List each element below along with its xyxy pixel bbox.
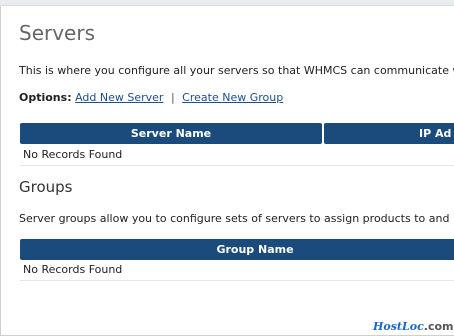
content-frame: Servers This is where you configure all …	[0, 6, 454, 336]
servers-empty-text: No Records Found	[23, 148, 123, 161]
groups-empty-row: No Records Found	[20, 259, 454, 281]
watermark-logo: HostLoc.com	[373, 320, 454, 333]
watermark-text-main: HostLoc	[373, 320, 424, 333]
groups-title: Groups	[19, 178, 73, 196]
options-separator: |	[170, 91, 175, 104]
options-bar: Options: Add New Server | Create New Gro…	[19, 91, 283, 104]
create-new-group-link[interactable]: Create New Group	[182, 91, 283, 104]
watermark-text-domain: .com	[423, 320, 454, 333]
add-new-server-link[interactable]: Add New Server	[75, 91, 163, 104]
groups-description: Server groups allow you to configure set…	[19, 212, 454, 225]
column-header-server-name[interactable]: Server Name	[20, 123, 322, 144]
servers-empty-row: No Records Found	[20, 144, 454, 166]
options-label: Options:	[19, 91, 72, 104]
groups-empty-text: No Records Found	[23, 263, 123, 276]
servers-description: This is where you configure all your ser…	[19, 64, 454, 77]
column-header-group-name[interactable]: Group Name	[20, 239, 454, 260]
page-title: Servers	[19, 21, 96, 45]
column-header-ip-address[interactable]: IP Ad	[324, 123, 454, 144]
